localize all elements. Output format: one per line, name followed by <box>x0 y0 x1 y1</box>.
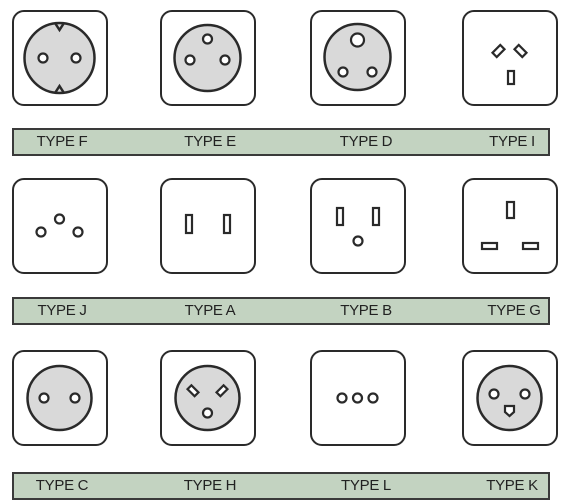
type-h-outlet-icon <box>174 364 241 432</box>
type-i-outlet-icon <box>490 43 529 86</box>
type-j-outlet-icon <box>35 213 84 238</box>
type-e-outlet-icon <box>173 23 242 93</box>
type-a-label: TYPE A <box>184 302 236 319</box>
socket-type-g <box>462 178 558 274</box>
type-d-label: TYPE D <box>339 133 393 150</box>
type-l-outlet-icon <box>336 392 379 404</box>
label-band-row-2: TYPE J TYPE A TYPE B TYPE G <box>12 297 550 325</box>
socket-type-i <box>462 10 558 106</box>
socket-type-e <box>160 10 256 106</box>
socket-type-b <box>310 178 406 274</box>
socket-type-c <box>12 350 108 446</box>
socket-type-k <box>462 350 558 446</box>
type-b-label: TYPE B <box>340 302 392 319</box>
type-l-label: TYPE L <box>341 477 391 494</box>
type-c-label: TYPE C <box>35 477 89 494</box>
socket-type-j <box>12 178 108 274</box>
socket-type-f <box>12 10 108 106</box>
type-f-label: TYPE F <box>36 133 88 150</box>
type-h-label: TYPE H <box>183 477 237 494</box>
type-e-label: TYPE E <box>184 133 236 150</box>
type-g-label: TYPE G <box>487 302 541 319</box>
type-d-outlet-icon <box>323 22 392 92</box>
type-k-outlet-icon <box>476 364 543 432</box>
socket-type-h <box>160 350 256 446</box>
type-a-outlet-icon <box>184 213 232 235</box>
label-band-row-3: TYPE C TYPE H TYPE L TYPE K <box>12 472 550 500</box>
socket-type-d <box>310 10 406 106</box>
type-g-outlet-icon <box>480 200 540 251</box>
label-band-row-1: TYPE F TYPE E TYPE D TYPE I <box>12 128 550 156</box>
type-c-outlet-icon <box>26 364 93 432</box>
type-k-label: TYPE K <box>486 477 538 494</box>
socket-type-l <box>310 350 406 446</box>
type-i-label: TYPE I <box>489 133 535 150</box>
type-j-label: TYPE J <box>37 302 87 319</box>
socket-type-a <box>160 178 256 274</box>
type-b-outlet-icon <box>335 206 381 247</box>
type-f-outlet-icon <box>23 21 96 95</box>
